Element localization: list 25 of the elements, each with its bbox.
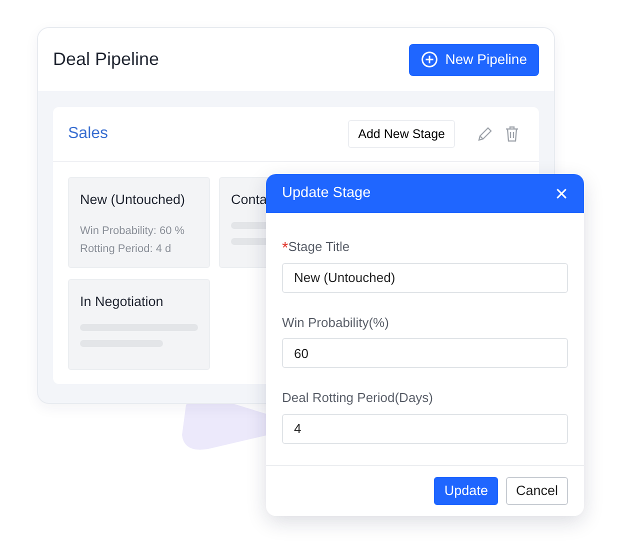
stage-title: Conta (231, 191, 268, 209)
pencil-icon (477, 126, 493, 142)
dialog-title: Update Stage (282, 184, 371, 203)
field-label: Deal Rotting Period(Days) (282, 389, 434, 407)
field-label: Win Probability(%) (282, 314, 389, 332)
add-stage-button[interactable]: Add New Stage (348, 120, 455, 148)
stage-title: New (Untouched) (80, 191, 186, 209)
stage-card[interactable]: In Negotiation (68, 279, 210, 370)
trash-icon (505, 126, 519, 142)
new-pipeline-button[interactable]: New Pipeline (409, 44, 539, 76)
stage-card[interactable]: New (Untouched) Win Probability: 60 % Rotting Period: 4 d (68, 177, 210, 268)
close-button[interactable]: × (553, 182, 570, 204)
field-label: Stage Title (288, 238, 350, 256)
input-field[interactable]: 4 (282, 414, 568, 444)
input-field[interactable]: 60 (282, 338, 568, 368)
update-button[interactable]: Update (434, 477, 498, 505)
required-mark: * (282, 239, 288, 259)
stage-detail: Win Probability: 60 % (80, 224, 186, 240)
pipeline-name: Sales (68, 124, 110, 144)
plus-circle-icon (421, 51, 438, 68)
input-field[interactable]: New (Untouched) (282, 262, 568, 292)
stage-detail: Rotting Period: 4 d (80, 242, 172, 258)
cancel-button[interactable]: Cancel (506, 477, 568, 505)
stage-title: In Negotiation (80, 293, 164, 311)
page-title: Deal Pipeline (53, 48, 160, 71)
